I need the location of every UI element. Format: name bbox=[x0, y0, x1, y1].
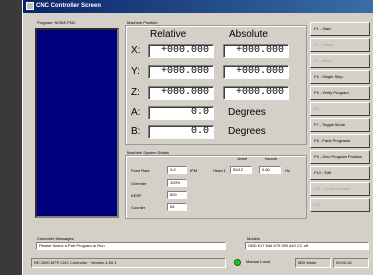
counter-field: 65 bbox=[167, 203, 187, 211]
f3-abort-button[interactable]: F3 - Abort bbox=[310, 54, 370, 68]
x-axis-label: X: bbox=[131, 45, 141, 56]
a-unit-label: Degrees bbox=[228, 107, 266, 118]
title-bar: CNC Controller Screen bbox=[23, 0, 373, 13]
relative-header: Relative bbox=[150, 29, 187, 40]
x-relative-field: +000.000 bbox=[148, 44, 214, 58]
f5-verify-program-button[interactable]: F5 - Verify Program bbox=[310, 86, 370, 100]
nozzle-label: Nozzle bbox=[265, 156, 278, 161]
y-axis-label: Y: bbox=[131, 66, 140, 77]
f10-edit-button[interactable]: F10 - Edit bbox=[310, 166, 370, 180]
f2-pause-button[interactable]: F2 - Pause bbox=[310, 38, 370, 52]
nozzle-field: 9.60 bbox=[259, 166, 281, 174]
f8-parts-programs-button[interactable]: F8 - Parts Programs bbox=[310, 134, 370, 148]
z-relative-field: +000.000 bbox=[148, 86, 214, 100]
feed-rate-label: Feed Rate bbox=[131, 168, 150, 173]
f7-toggle-mode-button[interactable]: F7 - Toggle Mode bbox=[310, 118, 370, 132]
f12-button[interactable]: F12 bbox=[310, 198, 370, 212]
f11-cycle-counter-button[interactable]: F11 - Cycle Counter bbox=[310, 182, 370, 196]
z-axis-label: Z: bbox=[131, 87, 140, 98]
a-relative-field: 0.0 bbox=[148, 106, 214, 120]
x-absolute-field: +000.000 bbox=[223, 44, 289, 58]
f1-start-button[interactable]: F1 - Start bbox=[310, 22, 370, 36]
status-led-icon bbox=[234, 259, 241, 266]
f6-button[interactable]: F6 bbox=[310, 102, 370, 116]
y-relative-field: +000.000 bbox=[148, 65, 214, 79]
version-text: RE 2000 M7® CNC Controller · Version 4.9… bbox=[31, 258, 226, 268]
override-field: 100% bbox=[167, 179, 187, 187]
b-unit-label: Degrees bbox=[228, 126, 266, 137]
a-axis-label: A: bbox=[131, 107, 141, 118]
counter-label: Counter bbox=[131, 205, 146, 210]
program-display[interactable] bbox=[35, 28, 119, 218]
z-absolute-field: +000.000 bbox=[223, 86, 289, 100]
jewel-label: Jewel bbox=[237, 156, 248, 161]
status-bar: RE 2000 M7® CNC Controller · Version 4.9… bbox=[23, 258, 373, 270]
models-field: GBD 617 646 679 GBI 640 CC off bbox=[245, 242, 369, 250]
feed-rate-unit: IPM bbox=[190, 168, 198, 173]
kerf-label: KERF bbox=[131, 193, 142, 198]
b-relative-field: 0.0 bbox=[148, 125, 214, 139]
head-label: Head 1 bbox=[213, 168, 226, 173]
mode-text: Manual Local bbox=[246, 259, 270, 264]
y-absolute-field: +000.000 bbox=[223, 65, 289, 79]
feed-rate-field: 0.0 bbox=[167, 166, 187, 174]
controller-messages-label: Controller Messages bbox=[37, 236, 74, 241]
program-label: Program: NONE.PNC bbox=[37, 20, 76, 25]
jewel-field: 50/12 bbox=[230, 166, 252, 174]
system-status-group bbox=[125, 155, 307, 219]
app-icon bbox=[26, 2, 34, 10]
mdi-mode-text: MDI Mode bbox=[295, 258, 331, 268]
b-axis-label: B: bbox=[131, 126, 141, 137]
kerf-field: 800 bbox=[167, 191, 187, 199]
f4-single-step-button[interactable]: F4 - Single Step bbox=[310, 70, 370, 84]
nozzle-unit: Hz bbox=[285, 168, 290, 173]
window-title: CNC Controller Screen bbox=[36, 3, 102, 9]
clock-text: 00:00:16 bbox=[333, 258, 369, 268]
absolute-header: Absolute bbox=[229, 29, 268, 40]
models-label: Models bbox=[247, 236, 260, 241]
controller-messages-field: Please Select a Part Program to Run bbox=[36, 242, 226, 250]
f9-zero-program-position-button[interactable]: F9 - Zero Program Position bbox=[310, 150, 370, 164]
cnc-controller-window: CNC Controller Screen Program: NONE.PNC … bbox=[22, 0, 373, 275]
override-label: Override bbox=[131, 181, 147, 186]
